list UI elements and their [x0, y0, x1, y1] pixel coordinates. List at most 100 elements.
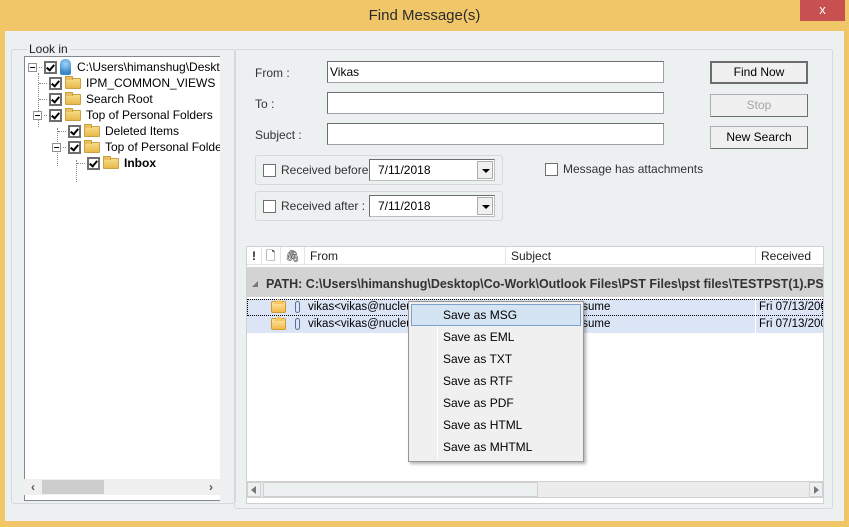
tree-node-search-root[interactable]: Search Root — [39, 91, 153, 107]
tree-connector — [39, 98, 47, 100]
message-received: Fri 07/13/200 — [759, 318, 824, 330]
scroll-right-icon — [814, 486, 819, 494]
tree-node-label: Inbox — [124, 156, 156, 170]
tree-connector — [77, 162, 85, 164]
tree-connector — [39, 66, 42, 68]
column-attachment[interactable]: 🖇 — [281, 247, 305, 265]
folder-icon — [65, 107, 81, 121]
received-before-group: Received before : 7/11/2018 — [255, 155, 503, 185]
tree-node-pst-root[interactable]: C:\Users\himanshug\Desktop\Co-Work\Outlo… — [28, 59, 220, 75]
received-after-group: Received after : 7/11/2018 — [255, 191, 503, 221]
stop-button[interactable]: Stop — [710, 94, 808, 117]
menu-item-save-as-mhtml[interactable]: Save as MHTML — [411, 436, 581, 458]
close-icon: x — [819, 2, 826, 17]
collapse-icon[interactable] — [28, 62, 37, 72]
tree-node-inbox[interactable]: Inbox — [77, 155, 156, 171]
dropdown-arrow-icon[interactable] — [477, 197, 493, 215]
title-bar: Find Message(s) x — [0, 0, 849, 31]
tree-checkbox[interactable] — [49, 76, 62, 90]
message-received: Fri 07/13/200 — [759, 301, 824, 313]
attachment-icon — [295, 318, 300, 330]
tree-checkbox[interactable] — [87, 156, 100, 170]
envelope-icon — [271, 299, 286, 313]
folder-icon — [103, 155, 119, 169]
document-icon: 🗋 — [266, 249, 276, 263]
folder-icon — [65, 91, 81, 105]
to-input[interactable] — [327, 92, 664, 114]
tree-node-top-of-personal-folders-2[interactable]: Top of Personal Folders — [52, 139, 220, 155]
path-group-header[interactable]: PATH: C:\Users\himanshug\Desktop\Co-Work… — [247, 267, 823, 297]
tree-connector — [63, 146, 66, 148]
tree-node-label: IPM_COMMON_VIEWS — [86, 76, 216, 90]
received-before-date-picker[interactable]: 7/11/2018 — [369, 159, 495, 181]
folder-icon — [84, 139, 100, 153]
attachments-label: Message has attachments — [563, 162, 704, 176]
envelope-icon — [271, 316, 286, 330]
scroll-left-icon — [251, 486, 256, 494]
from-label: From : — [255, 66, 290, 80]
tree-node-deleted-items[interactable]: Deleted Items — [58, 123, 179, 139]
dropdown-arrow-icon[interactable] — [477, 161, 493, 179]
scrollbar-thumb[interactable] — [263, 482, 538, 497]
column-from[interactable]: From — [305, 247, 506, 265]
tree-node-label: Deleted Items — [105, 124, 180, 138]
find-now-button[interactable]: Find Now — [710, 61, 808, 84]
menu-item-save-as-txt[interactable]: Save as TXT — [411, 348, 581, 370]
path-label: PATH: C:\Users\himanshug\Desktop\Co-Work… — [266, 277, 824, 291]
received-after-checkbox[interactable] — [263, 200, 276, 213]
tree-checkbox[interactable] — [68, 140, 81, 154]
menu-item-save-as-rtf[interactable]: Save as RTF — [411, 370, 581, 392]
subject-input[interactable] — [327, 123, 664, 145]
window-title: Find Message(s) — [368, 7, 481, 24]
folder-icon — [84, 123, 100, 137]
column-importance[interactable]: ! — [247, 247, 262, 265]
menu-item-save-as-eml[interactable]: Save as EML — [411, 326, 581, 348]
tree-node-label: C:\Users\himanshug\Desktop\Co-Work\Outlo… — [77, 60, 220, 74]
tree-connector — [39, 82, 47, 84]
tree-connector — [58, 130, 66, 132]
menu-item-save-as-msg[interactable]: Save as MSG — [411, 304, 581, 326]
column-received[interactable]: Received — [756, 247, 823, 265]
tree-checkbox[interactable] — [49, 92, 62, 106]
list-header: ! 🗋 🖇 From Subject Received — [247, 247, 823, 265]
context-menu: Save as MSG Save as EML Save as TXT Save… — [408, 301, 584, 462]
received-after-label: Received after : — [281, 199, 366, 213]
column-type[interactable]: 🗋 — [262, 247, 281, 265]
tree-node-ipm-common-views[interactable]: IPM_COMMON_VIEWS — [39, 75, 215, 91]
tree-node-label: Search Root — [86, 92, 153, 106]
tree-node-label: Top of Personal Folders — [86, 108, 213, 122]
tree-connector — [44, 114, 47, 116]
scrollbar-thumb[interactable] — [42, 480, 104, 494]
collapse-icon[interactable] — [52, 142, 61, 152]
close-button[interactable]: x — [800, 0, 845, 21]
attachment-icon — [295, 301, 300, 313]
menu-item-save-as-pdf[interactable]: Save as PDF — [411, 392, 581, 414]
folder-tree[interactable]: C:\Users\himanshug\Desktop\Co-Work\Outlo… — [24, 56, 220, 501]
scroll-left-icon[interactable]: ‹ — [25, 479, 41, 495]
tree-checkbox[interactable] — [44, 60, 57, 74]
tree-horizontal-scrollbar[interactable]: ‹ › — [24, 479, 220, 495]
scroll-right-icon[interactable]: › — [203, 479, 219, 495]
folder-icon — [65, 75, 81, 89]
collapse-group-icon[interactable] — [252, 281, 258, 287]
attachments-checkbox[interactable] — [545, 163, 558, 176]
subject-label: Subject : — [255, 128, 302, 142]
pst-file-icon — [60, 59, 71, 75]
tree-node-top-of-personal-folders[interactable]: Top of Personal Folders — [33, 107, 213, 123]
results-horizontal-scrollbar[interactable] — [246, 481, 824, 498]
scroll-right-button[interactable] — [809, 482, 823, 497]
paperclip-icon: 🖇 — [285, 249, 301, 263]
received-before-checkbox[interactable] — [263, 164, 276, 177]
received-before-value: 7/11/2018 — [378, 163, 431, 177]
collapse-icon[interactable] — [33, 110, 42, 120]
received-after-value: 7/11/2018 — [378, 199, 431, 213]
menu-item-save-as-html[interactable]: Save as HTML — [411, 414, 581, 436]
look-in-legend: Look in — [27, 42, 70, 56]
new-search-button[interactable]: New Search — [710, 126, 808, 149]
tree-checkbox[interactable] — [49, 108, 62, 122]
tree-checkbox[interactable] — [68, 124, 81, 138]
received-after-date-picker[interactable]: 7/11/2018 — [369, 195, 495, 217]
from-input[interactable]: Vikas — [327, 61, 664, 83]
column-subject[interactable]: Subject — [506, 247, 756, 265]
scroll-left-button[interactable] — [247, 482, 261, 497]
